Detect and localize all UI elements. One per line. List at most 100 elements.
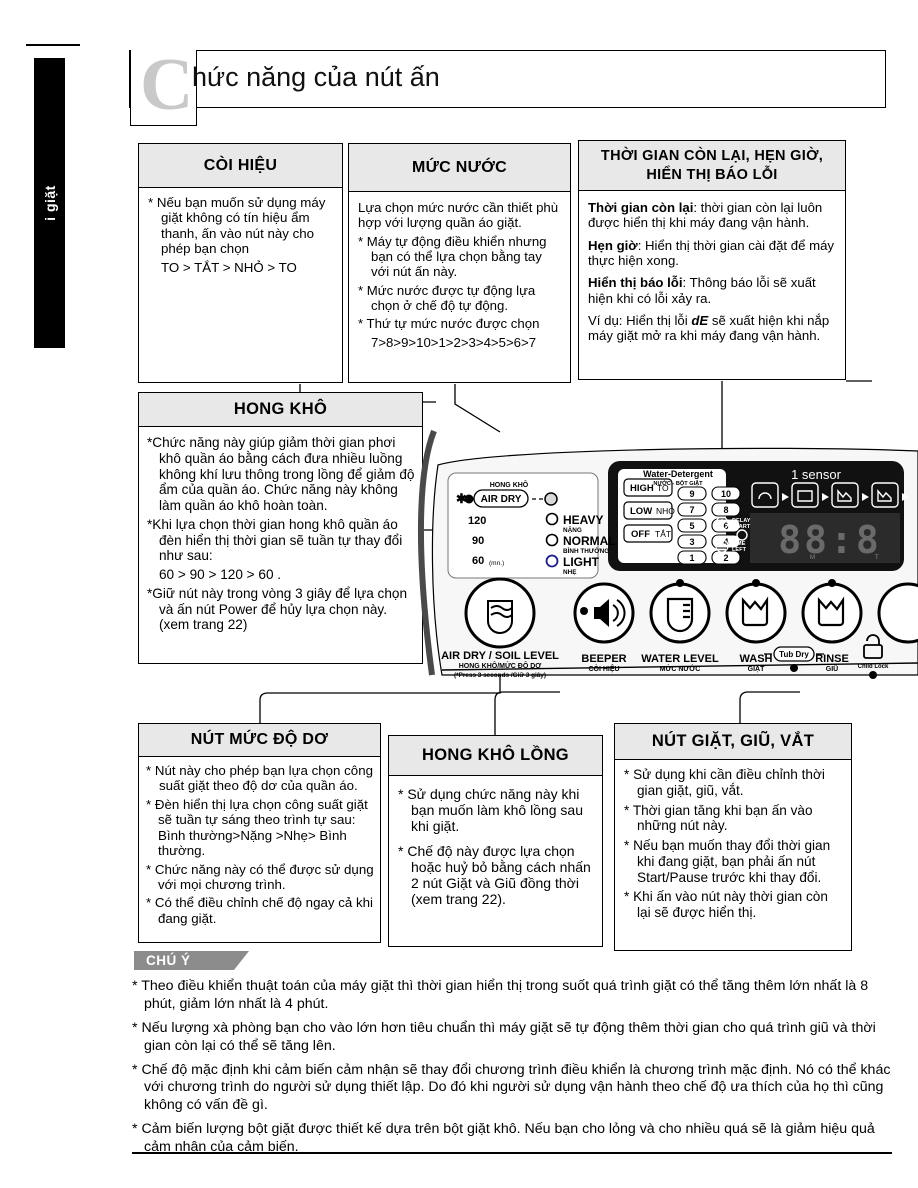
info-box-wash-rinse-spin-title: NÚT GIẶT, GIŨ, VẮT — [615, 724, 851, 760]
chapter-side-tab-label: i giặt — [41, 185, 58, 221]
water-level-line-3: * Mức nước được tự động lựa chọn ở chế đ… — [358, 282, 536, 313]
wash-rinse-line-3: * Nếu bạn muốn thay đổi thời gian khi đa… — [624, 838, 831, 885]
side-tab-rule — [26, 44, 80, 46]
beeper-line-1: * Nếu bạn muốn sử dụng máy giặt không có… — [148, 195, 326, 257]
svg-text:1: 1 — [689, 553, 694, 563]
svg-text:AIR DRY: AIR DRY — [481, 494, 522, 505]
info-box-water-level: MỨC NƯỚC Lựa chọn mức nước cần thiết phù… — [348, 143, 571, 383]
svg-text:120: 120 — [468, 515, 486, 527]
svg-text:60: 60 — [472, 555, 484, 567]
svg-text:T: T — [875, 555, 879, 561]
svg-text:HIGH: HIGH — [630, 483, 654, 494]
info-box-time-display-title: THỜI GIAN CÒN LẠI, HẸN GIỜ, HIỂN THỊ BÁO… — [579, 141, 845, 191]
note-item-2: * Nếu lượng xà phòng bạn cho vào lớn hơn… — [132, 1019, 876, 1054]
svg-text:CÒI HIỆU: CÒI HIỆU — [588, 664, 619, 673]
svg-text:RINSE: RINSE — [815, 653, 849, 665]
info-box-time-display: THỜI GIAN CÒN LẠI, HẸN GIỜ, HIỂN THỊ BÁO… — [578, 140, 846, 380]
time-display-item-3-label: Hiển thị báo lỗi — [588, 275, 683, 291]
svg-text:(mn.): (mn.) — [489, 560, 504, 567]
info-box-tub-dry: HONG KHÔ LỒNG * Sử dụng chức năng này kh… — [388, 735, 603, 947]
svg-text:GIẶT: GIẶT — [748, 664, 765, 673]
soil-level-line-1: * Nút này cho phép bạn lựa chọn công suấ… — [146, 763, 373, 794]
wash-rinse-line-2: * Thời gian tăng khi bạn ấn vào những nú… — [624, 802, 813, 834]
water-level-line-2: * Máy tự động điều khiển nhưng bạn có th… — [358, 233, 547, 280]
svg-text:10: 10 — [721, 489, 731, 499]
note-section-body: * Theo điều khiển thuật toán của máy giặ… — [132, 978, 892, 1163]
svg-text:Child Lock: Child Lock — [858, 664, 889, 670]
svg-text:3: 3 — [689, 537, 694, 547]
svg-text:Water-Detergent: Water-Detergent — [643, 469, 713, 479]
svg-text:9: 9 — [689, 489, 694, 499]
soil-level-line-2: * Đèn hiển thị lựa chọn công suất giặt s… — [146, 796, 368, 859]
air-dry-line-3: 60 > 90 > 120 > 60 . — [159, 567, 282, 583]
info-box-water-level-title: MỨC NƯỚC — [349, 144, 570, 192]
note-section-tab-label: CHÚ Ý — [146, 953, 191, 968]
air-dry-line-2: *Khi lựa chọn thời gian hong khô quần áo… — [147, 516, 403, 564]
time-display-item-1-label: Thời gian còn lại — [588, 200, 694, 215]
svg-text:7: 7 — [689, 505, 694, 515]
svg-text:BEEPER: BEEPER — [581, 653, 626, 665]
svg-text:8: 8 — [723, 505, 728, 515]
svg-text:AIR DRY / SOIL LEVEL: AIR DRY / SOIL LEVEL — [441, 650, 559, 662]
svg-text:NHỎ: NHỎ — [656, 505, 675, 516]
water-level-line-5: 7>8>9>10>1>2>3>4>5>6>7 — [371, 334, 537, 350]
time-display-item-1: Thời gian còn lại: thời gian còn lại luô… — [588, 200, 837, 231]
beeper-line-2: TO > TẮT > NHỎ > TO — [161, 259, 297, 275]
svg-text:M: M — [810, 555, 815, 561]
wash-rinse-line-1: * Sử dụng khi cần điều chỉnh thời gian g… — [624, 767, 825, 798]
time-display-error-code: dE — [691, 312, 709, 328]
svg-text:HONG KHÔ: HONG KHÔ — [490, 480, 529, 489]
svg-text:HEAVY: HEAVY — [563, 513, 603, 527]
info-box-beeper-body: * Nếu bạn muốn sử dụng máy giặt không có… — [139, 188, 342, 284]
info-box-soil-level-title: NÚT MỨC ĐỘ DƠ — [139, 724, 380, 757]
note-item-1: * Theo điều khiển thuật toán của máy giặ… — [132, 978, 869, 1012]
svg-text:LIGHT: LIGHT — [563, 555, 600, 569]
time-display-item-2: Hẹn giờ: Hiển thị thời gian cài đặt để m… — [588, 238, 837, 269]
svg-text:NƯỚC - BỘT GIẶT: NƯỚC - BỘT GIẶT — [653, 479, 703, 487]
info-box-wash-rinse-spin-body: * Sử dụng khi cần điều chỉnh thời gian g… — [615, 760, 851, 930]
soil-level-line-4: * Có thể điều chỉnh chế độ ngay cả khi đ… — [146, 895, 373, 926]
svg-text:TẮT: TẮT — [655, 529, 671, 539]
info-box-air-dry-body: *Chức năng này giúp giảm thời gian phơi … — [139, 427, 422, 642]
page-title: hức năng của nút ấn — [192, 62, 440, 92]
note-section-tab-arrow — [234, 951, 249, 970]
svg-text:LEFT: LEFT — [732, 547, 747, 553]
time-display-example-pre: Ví dụ: Hiển thị lỗi — [588, 312, 692, 328]
air-dry-line-1: *Chức năng này giúp giảm thời gian phơi … — [147, 435, 415, 514]
svg-text:START: START — [732, 524, 751, 530]
svg-text:WATER LEVEL: WATER LEVEL — [641, 653, 719, 665]
svg-text:LOW: LOW — [630, 506, 652, 517]
info-box-air-dry: HONG KHÔ *Chức năng này giúp giảm thời g… — [138, 392, 423, 664]
svg-text:1 sensor: 1 sensor — [791, 467, 842, 482]
time-display-item-3: Hiển thị báo lỗi: Thông báo lỗi sẽ xuất … — [588, 275, 837, 306]
svg-text:NẶNG: NẶNG — [563, 525, 582, 534]
info-box-tub-dry-title: HONG KHÔ LỒNG — [389, 736, 602, 776]
page-title-dropcap: C — [140, 44, 194, 126]
info-box-soil-level-body: * Nút này cho phép bạn lựa chọn công suấ… — [139, 757, 380, 934]
info-box-time-display-body: Thời gian còn lại: thời gian còn lại luô… — [579, 191, 845, 357]
info-box-wash-rinse-spin: NÚT GIẶT, GIŨ, VẮT * Sử dụng khi cần điề… — [614, 723, 852, 951]
svg-text:90: 90 — [472, 535, 484, 547]
svg-text:88:8: 88:8 — [778, 518, 882, 562]
time-display-example: Ví dụ: Hiển thị lỗi dE sẽ xuất hiện khi … — [588, 313, 837, 344]
tub-dry-line-2: * Chế độ này được lựa chọn hoặc huỷ bỏ b… — [398, 842, 591, 908]
water-level-line-1: Lựa chọn mức nước cần thiết phù hợp với … — [358, 200, 559, 231]
soil-level-line-3: * Chức năng này có thể được sử dụng với … — [146, 861, 374, 892]
svg-text:HONG KHÔ/MỨC ĐỘ DƠ: HONG KHÔ/MỨC ĐỘ DƠ — [459, 661, 542, 670]
chapter-side-tab: i giặt — [34, 58, 65, 348]
washer-control-panel-illustration: HIGH TO LOW NHỎ OFF TẮT Water-Detergent … — [412, 425, 918, 695]
svg-text:GIŨ: GIŨ — [826, 664, 838, 673]
svg-text:NORMAL: NORMAL — [563, 534, 616, 548]
info-box-beeper: CÒI HIỆU * Nếu bạn muốn sử dụng máy giặt… — [138, 143, 343, 383]
note-section-bottom-rule — [132, 1152, 892, 1154]
svg-text:OFF: OFF — [631, 529, 650, 540]
svg-text:2: 2 — [723, 553, 728, 563]
svg-text:MỨC NƯỚC: MỨC NƯỚC — [660, 664, 701, 673]
info-box-air-dry-title: HONG KHÔ — [139, 393, 422, 427]
info-box-water-level-body: Lựa chọn mức nước cần thiết phù hợp với … — [349, 192, 570, 359]
tub-dry-line-1: * Sử dụng chức năng này khi bạn muốn làm… — [398, 786, 583, 835]
time-display-item-2-label: Hẹn giờ — [588, 237, 638, 253]
svg-text:NHẸ: NHẸ — [563, 569, 577, 576]
svg-text:(*Press 3 seconds /Giữ 3 giây): (*Press 3 seconds /Giữ 3 giây) — [454, 672, 546, 679]
air-dry-line-4: *Giữ nút này trong vòng 3 giây để lựa ch… — [147, 585, 408, 633]
